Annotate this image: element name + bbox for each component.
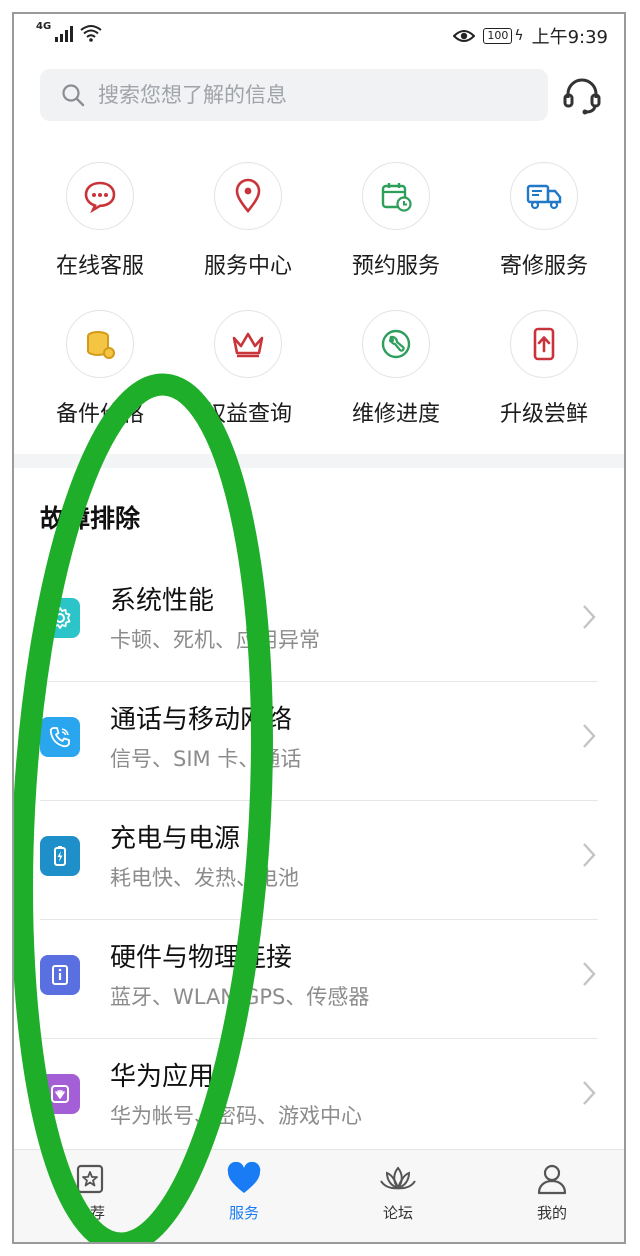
service-mail-in-repair[interactable]: 寄修服务 — [470, 162, 618, 280]
customer-service-headset-icon[interactable] — [560, 74, 604, 118]
item-subtitle: 华为帐号、密码、游戏中心 — [110, 1104, 362, 1128]
signal-bars-icon — [55, 26, 75, 42]
charging-icon: ϟ — [514, 28, 524, 44]
service-service-center[interactable]: 服务中心 — [174, 162, 322, 280]
item-subtitle: 信号、SIM 卡、通话 — [110, 747, 302, 771]
service-label: 升级尝鲜 — [499, 402, 588, 427]
service-label: 备件价格 — [55, 402, 144, 427]
service-label: 在线客服 — [55, 254, 144, 279]
person-icon — [537, 1164, 567, 1195]
battery-charge-icon — [40, 836, 80, 876]
item-subtitle: 卡顿、死机、应用异常 — [110, 628, 320, 652]
service-online-support[interactable]: 在线客服 — [26, 162, 174, 280]
phone-signal-icon — [40, 717, 80, 757]
gear-icon — [40, 598, 80, 638]
tab-forum[interactable]: 论坛 — [324, 1162, 472, 1223]
status-right: 100 ϟ 上午9:39 — [453, 23, 608, 49]
heart-icon — [227, 1162, 261, 1193]
service-appointment[interactable]: 预约服务 — [322, 162, 470, 280]
item-title: 华为应用 — [110, 1062, 215, 1092]
item-subtitle: 蓝牙、WLAN/GPS、传感器 — [110, 985, 370, 1009]
phone-upgrade-icon — [533, 327, 555, 361]
service-benefits-query[interactable]: 权益查询 — [174, 310, 322, 428]
service-label: 寄修服务 — [499, 254, 588, 279]
section-title: 故障排除 — [40, 504, 141, 533]
wifi-icon — [80, 25, 102, 42]
lotus-icon — [380, 1166, 416, 1190]
item-title: 通话与移动网络 — [110, 705, 293, 735]
network-type: 4G — [36, 21, 52, 32]
chevron-right-icon — [583, 605, 596, 629]
phone-screen: 4G 100 ϟ 上午9:39 搜索您想了解的信息 在线客服 服务中心 预约服务… — [12, 12, 626, 1244]
huawei-app-icon — [40, 1074, 80, 1114]
search-icon — [62, 84, 85, 107]
search-input[interactable] — [96, 82, 520, 108]
tab-label: 推荐 — [74, 1204, 105, 1222]
service-label: 维修进度 — [351, 402, 440, 427]
tab-label: 论坛 — [382, 1204, 413, 1222]
chevron-right-icon — [583, 724, 596, 748]
chevron-right-icon — [583, 1081, 596, 1105]
location-pin-icon — [235, 178, 261, 214]
row-divider — [40, 681, 598, 682]
tab-label: 服务 — [228, 1204, 259, 1222]
trouble-item-system-performance[interactable]: 系统性能 卡顿、死机、应用异常 — [14, 564, 624, 682]
clock: 上午9:39 — [531, 27, 608, 48]
trouble-item-calls-network[interactable]: 通话与移动网络 信号、SIM 卡、通话 — [14, 683, 624, 801]
search-bar[interactable] — [40, 69, 548, 121]
battery-indicator: 100 — [483, 28, 513, 44]
tab-label: 我的 — [536, 1204, 567, 1222]
service-parts-price[interactable]: 备件价格 — [26, 310, 174, 428]
item-title: 充电与电源 — [110, 824, 241, 854]
tab-mine[interactable]: 我的 — [478, 1162, 624, 1223]
row-divider — [40, 1038, 598, 1039]
calendar-clock-icon — [381, 183, 412, 212]
tab-recommend[interactable]: 推荐 — [16, 1162, 164, 1223]
tab-service[interactable]: 服务 — [170, 1162, 318, 1223]
bottom-navigation: 推荐 服务 论坛 我的 — [14, 1149, 624, 1242]
wrench-icon — [381, 329, 411, 359]
trouble-item-hardware-connection[interactable]: 硬件与物理连接 蓝牙、WLAN/GPS、传感器 — [14, 921, 624, 1039]
item-title: 硬件与物理连接 — [110, 943, 293, 973]
coin-stack-icon — [87, 331, 115, 359]
delivery-truck-icon — [526, 184, 562, 210]
chevron-right-icon — [583, 843, 596, 867]
service-label: 预约服务 — [351, 254, 440, 279]
trouble-item-charging-power[interactable]: 充电与电源 耗电快、发热、电池 — [14, 802, 624, 920]
section-divider — [14, 454, 624, 468]
eye-comfort-icon — [453, 30, 476, 42]
chat-bubble-icon — [84, 181, 116, 213]
signal-indicator: 4G — [36, 21, 103, 42]
item-title: 系统性能 — [110, 586, 215, 616]
service-label: 服务中心 — [203, 254, 292, 279]
service-label: 权益查询 — [203, 402, 292, 427]
service-upgrade-beta[interactable]: 升级尝鲜 — [470, 310, 618, 428]
trouble-item-huawei-apps[interactable]: 华为应用 华为帐号、密码、游戏中心 — [14, 1040, 624, 1158]
status-bar: 4G 100 ϟ 上午9:39 — [14, 14, 624, 58]
crown-icon — [232, 332, 264, 358]
service-repair-progress[interactable]: 维修进度 — [322, 310, 470, 428]
star-card-icon — [76, 1164, 104, 1194]
row-divider — [40, 800, 598, 801]
chevron-right-icon — [583, 962, 596, 986]
item-subtitle: 耗电快、发热、电池 — [110, 866, 299, 890]
row-divider — [40, 919, 598, 920]
info-card-icon — [40, 955, 80, 995]
